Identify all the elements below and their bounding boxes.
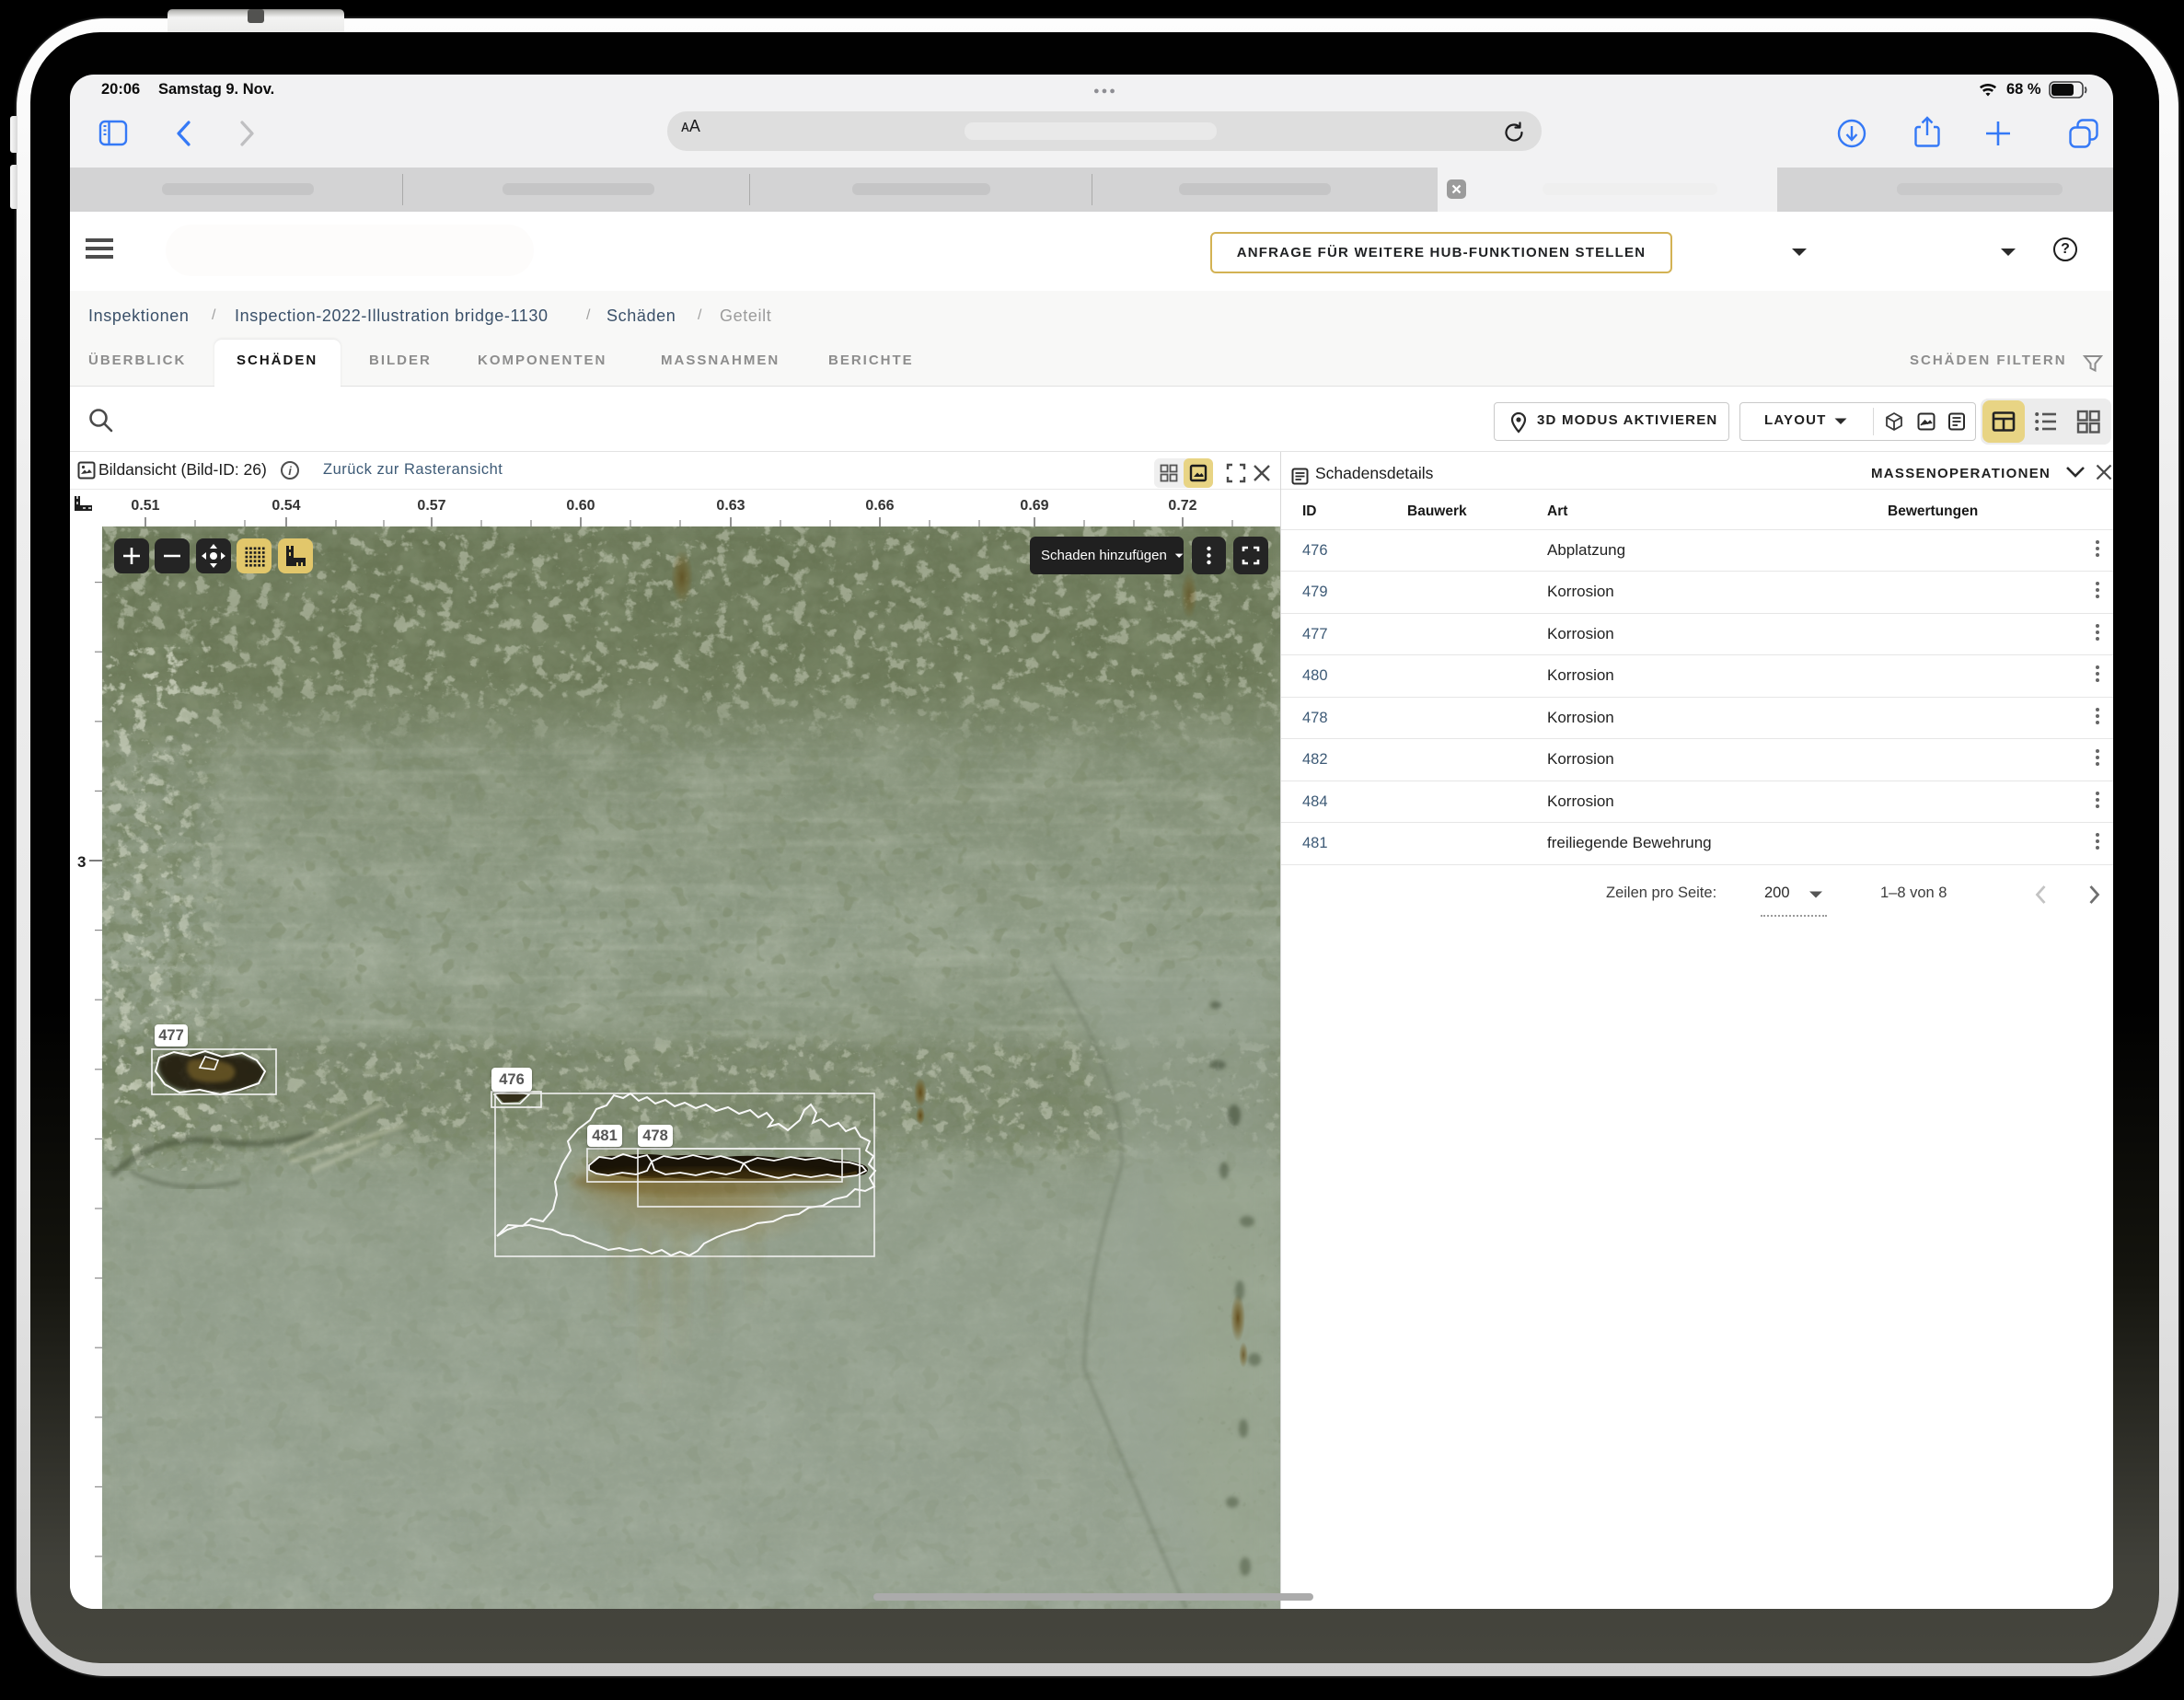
svg-text:0.54: 0.54 <box>272 498 300 514</box>
svg-text:0.63: 0.63 <box>716 498 745 514</box>
svg-text:0.51: 0.51 <box>131 498 159 514</box>
svg-text:0.69: 0.69 <box>1020 498 1048 514</box>
svg-text:0.72: 0.72 <box>1168 498 1196 514</box>
svg-text:3: 3 <box>77 853 86 871</box>
svg-text:0.57: 0.57 <box>417 498 445 514</box>
svg-text:0.60: 0.60 <box>566 498 595 514</box>
svg-text:0.66: 0.66 <box>865 498 894 514</box>
